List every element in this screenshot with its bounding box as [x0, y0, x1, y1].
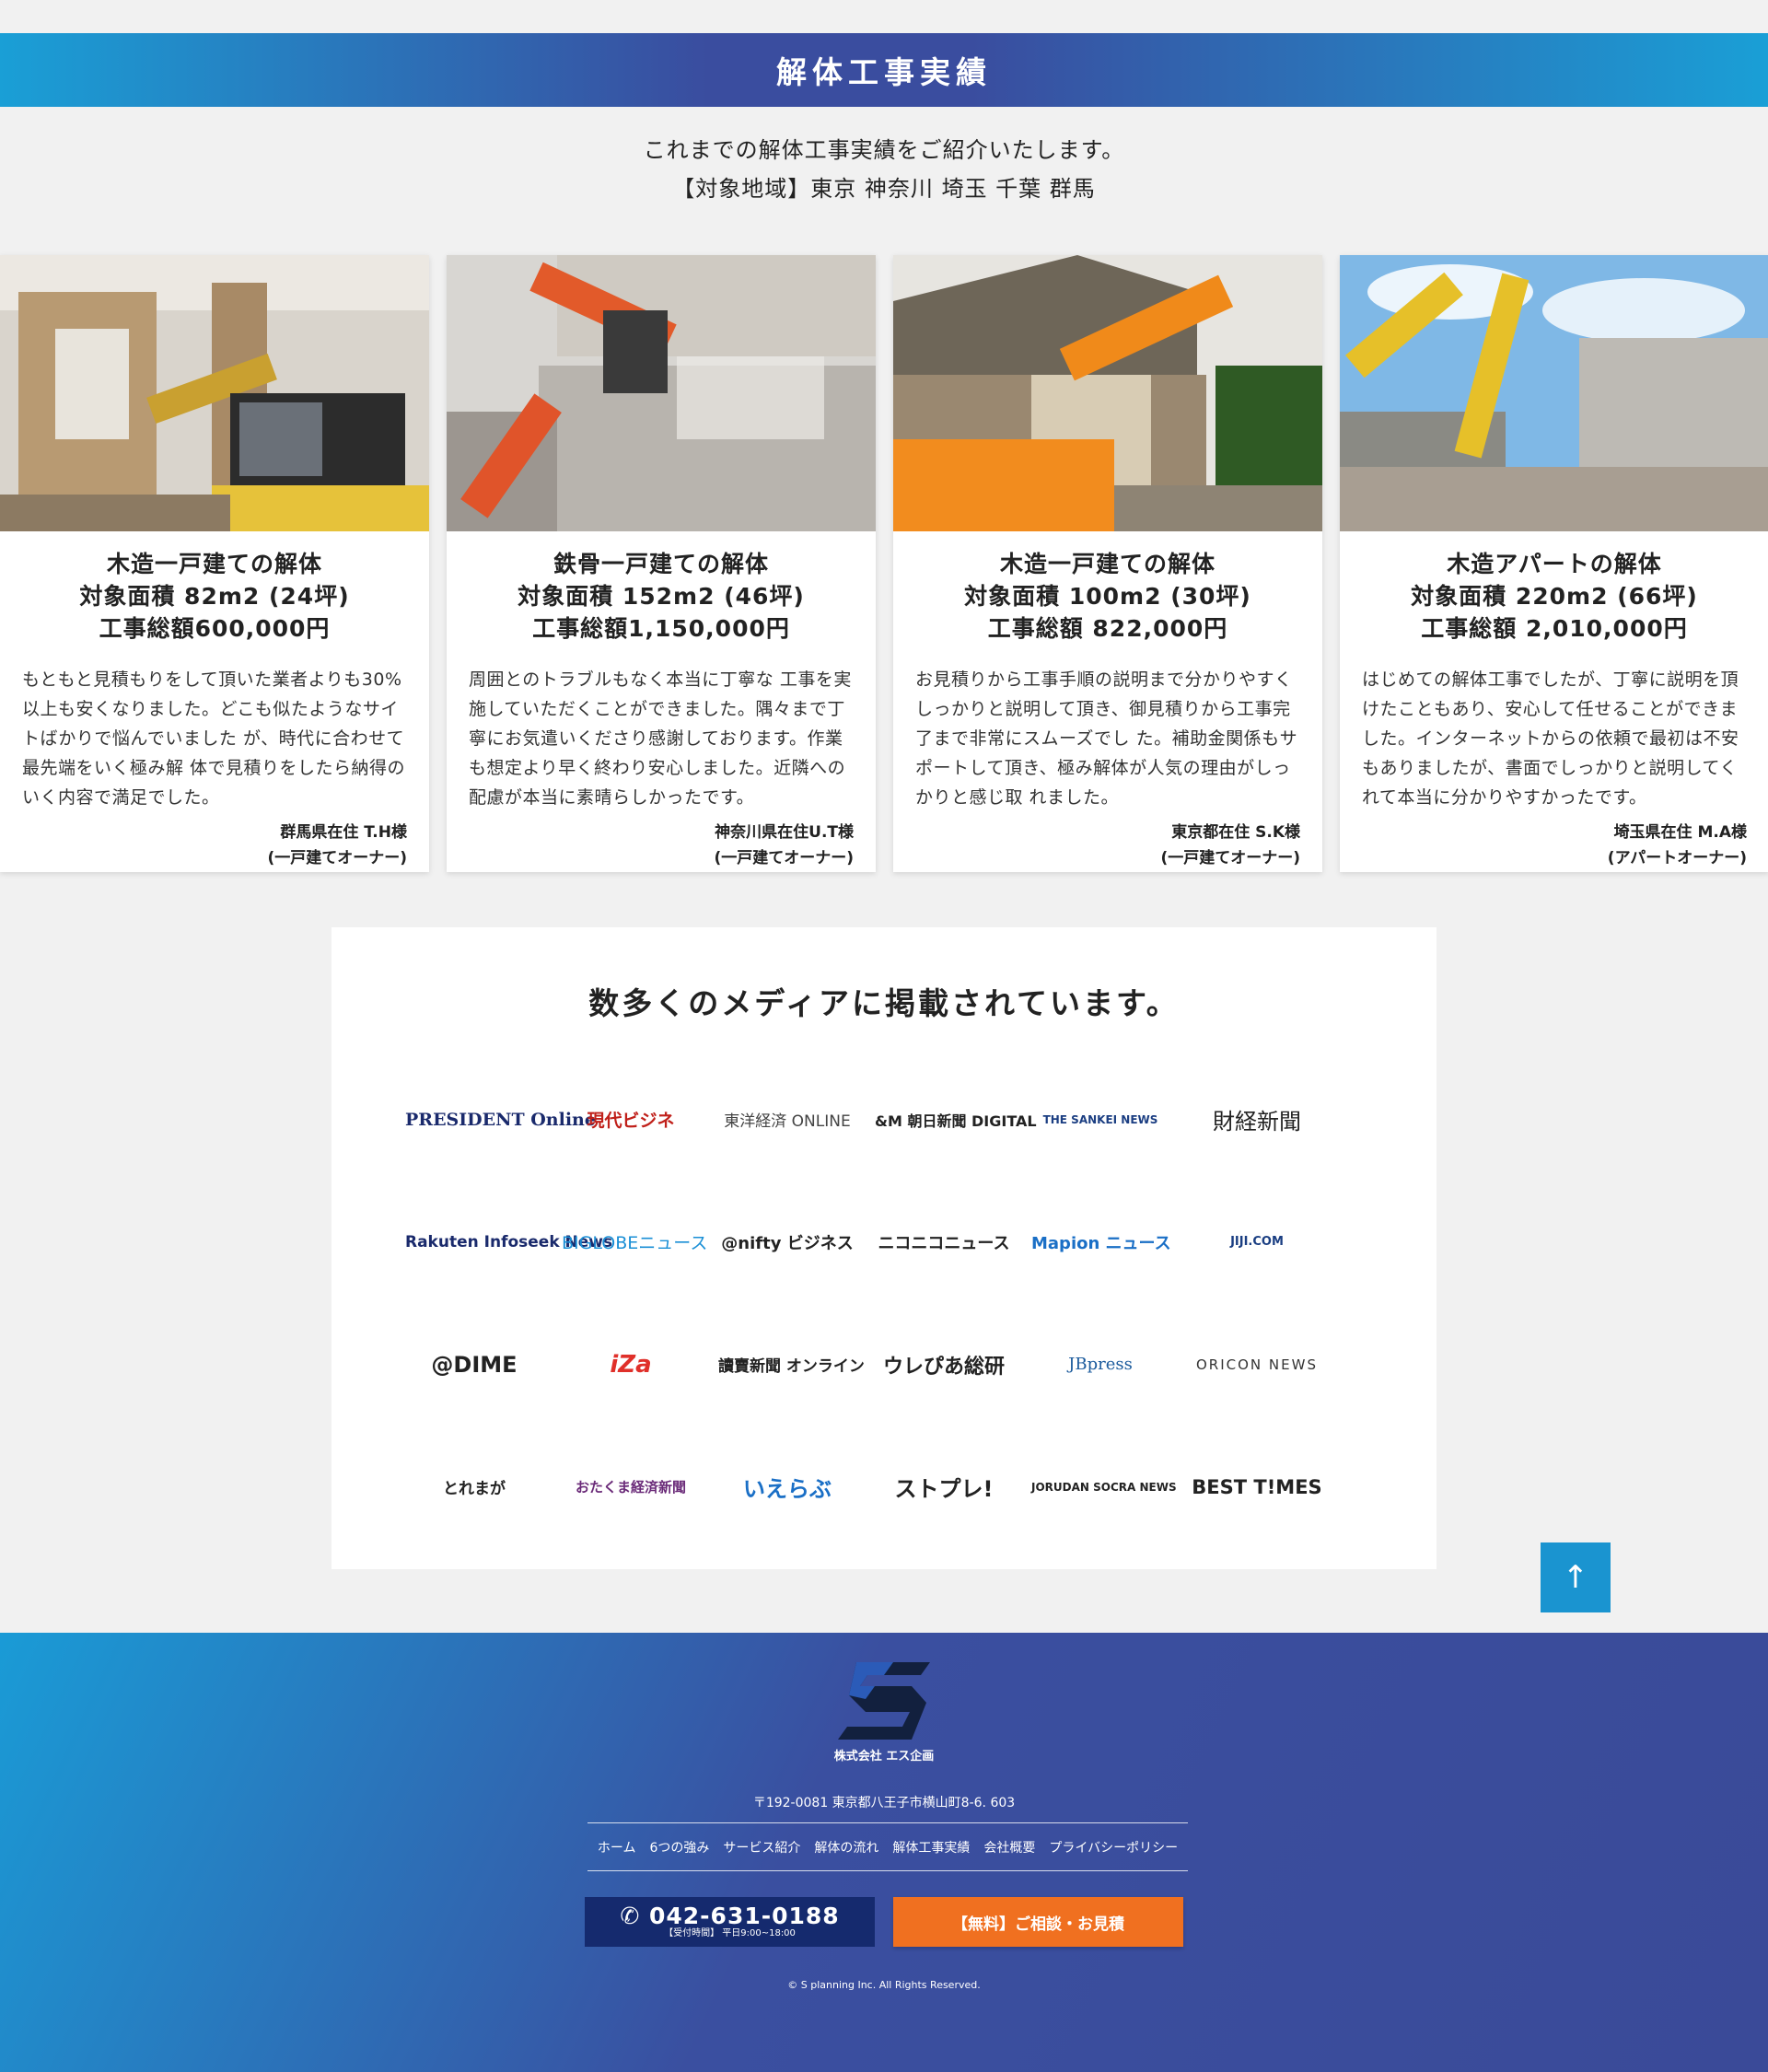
section-title: 解体工事実績: [776, 54, 992, 90]
case-owner: 埼玉県在住 M.A様 (アパートオーナー): [1340, 820, 1768, 871]
owner-type: (一戸建てオーナー): [1160, 849, 1300, 867]
case-type: 木造一戸建ての解体: [999, 551, 1216, 577]
phone-number-text: 042-631-0188: [648, 1903, 840, 1929]
media-logo: BEST T!MES: [1192, 1475, 1322, 1498]
case-card: 木造アパートの解体 対象面積 220m2 (66坪) 工事総額 2,010,00…: [1340, 255, 1768, 872]
consultation-button[interactable]: 【無料】ご相談・お見積: [893, 1897, 1183, 1947]
media-logo: THE SANKEI NEWS: [1042, 1112, 1158, 1126]
case-price: 工事総額 822,000円: [987, 615, 1228, 642]
media-logo: PRESIDENT Online: [405, 1109, 596, 1130]
owner-name: 東京都在住 S.K様: [1171, 823, 1300, 842]
company-address: 〒192-0081 東京都八王子市横山町8-6. 603: [752, 1796, 1016, 1810]
owner-name: 埼玉県在住 M.A様: [1613, 823, 1747, 842]
footer-nav-home[interactable]: ホーム: [598, 1838, 636, 1857]
phone-icon: ✆: [620, 1903, 641, 1929]
case-testimonial: 周囲とのトラブルもなく本当に丁寧な 工事を実施していただくことができました。隅々…: [469, 669, 852, 808]
media-logo: いえらぶ: [743, 1476, 832, 1502]
media-logo: とれまが: [443, 1480, 506, 1498]
case-type: 鉄骨一戸建ての解体: [552, 551, 769, 577]
footer-nav-cases[interactable]: 解体工事実績: [892, 1838, 970, 1857]
owner-name: 群馬県在住 T.H様: [280, 823, 407, 842]
media-logo: ニコニコニュース: [878, 1233, 1010, 1253]
media-logo: 讀賣新聞 オンライン: [718, 1357, 865, 1376]
footer-nav: ホーム 6つの強み サービス紹介 解体の流れ 解体工事実績 会社概要 プライバシ…: [587, 1822, 1188, 1871]
owner-type: (アパートオーナー): [1607, 849, 1747, 867]
intro-line-2: 【対象地域】東京 神奈川 埼玉 千葉 群馬: [672, 176, 1096, 202]
media-section: 数多くのメディアに掲載されています。 PRESIDENT Online 現代ビジ…: [332, 927, 1436, 1569]
logo-row: Rakuten Infoseek News BIGLOBEニュース @nifty…: [405, 1181, 1326, 1303]
case-title: 木造一戸建ての解体 対象面積 100m2 (30坪) 工事総額 822,000円: [893, 548, 1322, 645]
case-owner: 神奈川県在住U.T様 (一戸建てオーナー): [447, 820, 876, 871]
section-intro: これまでの解体工事実績をご紹介いたします。 【対象地域】東京 神奈川 埼玉 千葉…: [0, 131, 1768, 208]
footer-nav-privacy[interactable]: プライバシーポリシー: [1049, 1838, 1178, 1857]
site-footer: 株式会社 エス企画 〒192-0081 東京都八王子市横山町8-6. 603 ホ…: [0, 1633, 1768, 2072]
case-title: 木造アパートの解体 対象面積 220m2 (66坪) 工事総額 2,010,00…: [1340, 548, 1768, 645]
case-photo: [447, 255, 876, 531]
case-owner: 群馬県在住 T.H様 (一戸建てオーナー): [0, 820, 429, 871]
media-logo: ストプレ!: [894, 1476, 994, 1502]
case-card: 鉄骨一戸建ての解体 対象面積 152m2 (46坪) 工事総額1,150,000…: [447, 255, 876, 872]
case-owner: 東京都在住 S.K様 (一戸建てオーナー): [893, 820, 1322, 871]
logo-row: PRESIDENT Online 現代ビジネ 東洋経済 ONLINE &M 朝日…: [405, 1058, 1326, 1181]
media-logo: @DIME: [431, 1351, 518, 1378]
phone-number: ✆ 042-631-0188: [620, 1904, 839, 1928]
case-area: 対象面積 220m2 (66坪): [1411, 583, 1698, 610]
case-area: 対象面積 100m2 (30坪): [964, 583, 1251, 610]
media-logo: おたくま経済新聞: [575, 1479, 686, 1496]
case-photo: [1340, 255, 1768, 531]
case-photo: [0, 255, 429, 531]
owner-name: 神奈川県在住U.T様: [715, 823, 854, 842]
company-name: 株式会社 エス企画: [833, 1750, 935, 1764]
media-logo: @nifty ビジネス: [721, 1233, 854, 1253]
case-price: 工事総額600,000円: [99, 615, 331, 642]
case-price: 工事総額1,150,000円: [532, 615, 790, 642]
media-logo: JBpress: [1068, 1355, 1133, 1374]
case-card: 木造一戸建ての解体 対象面積 100m2 (30坪) 工事総額 822,000円…: [893, 255, 1322, 872]
media-logos: PRESIDENT Online 現代ビジネ 東洋経済 ONLINE &M 朝日…: [405, 1058, 1326, 1548]
case-card: 木造一戸建ての解体 対象面積 82m2 (24坪) 工事総額600,000円 も…: [0, 255, 429, 872]
media-logo: 現代ビジネ: [587, 1111, 675, 1131]
phone-button[interactable]: ✆ 042-631-0188 【受付時間】 平日9:00~18:00: [585, 1897, 875, 1947]
case-title: 鉄骨一戸建ての解体 対象面積 152m2 (46坪) 工事総額1,150,000…: [447, 548, 876, 645]
footer-nav-company[interactable]: 会社概要: [983, 1838, 1035, 1857]
case-type: 木造アパートの解体: [1447, 551, 1662, 577]
intro-line-1: これまでの解体工事実績をご紹介いたします。: [643, 137, 1125, 163]
case-area: 対象面積 82m2 (24坪): [79, 583, 350, 610]
phone-hours: 【受付時間】 平日9:00~18:00: [664, 1928, 796, 1938]
media-logo: BIGLOBEニュース: [562, 1233, 708, 1253]
media-logo: iZa: [610, 1350, 652, 1379]
logo-row: @DIME iZa 讀賣新聞 オンライン ウレぴあ総研 JBpress ORIC…: [405, 1303, 1326, 1426]
media-logo: 東洋経済 ONLINE: [724, 1112, 851, 1131]
media-logo: ウレぴあ総研: [882, 1355, 1005, 1379]
case-photo: [893, 255, 1322, 531]
case-testimonial: はじめての解体工事でしたが、丁寧に説明を頂けたこともあり、安心して任せることがで…: [1362, 669, 1739, 808]
owner-type: (一戸建てオーナー): [267, 849, 407, 867]
media-logo: &M 朝日新聞 DIGITAL: [875, 1112, 1037, 1130]
footer-nav-flow[interactable]: 解体の流れ: [814, 1838, 878, 1857]
case-testimonial: もともと見積もりをして頂いた業者よりも30%以上も安くなりました。どこも似たよう…: [22, 669, 406, 808]
footer-nav-services[interactable]: サービス紹介: [723, 1838, 800, 1857]
copyright: © S planning Inc. All Rights Reserved.: [787, 1979, 981, 1991]
scroll-to-top-button[interactable]: ↑: [1541, 1542, 1611, 1612]
owner-type: (一戸建てオーナー): [714, 849, 854, 867]
case-cards: 木造一戸建ての解体 対象面積 82m2 (24坪) 工事総額600,000円 も…: [0, 255, 1768, 872]
case-testimonial: お見積りから工事手順の説明まで分かりやすくしっかりと説明して頂き、御見積りから工…: [915, 669, 1298, 808]
media-logo: Mapion ニュース: [1031, 1233, 1171, 1253]
media-logo: Rakuten Infoseek News: [405, 1232, 613, 1251]
logo-row: とれまが おたくま経済新聞 いえらぶ ストプレ! JORUDAN SOCRA N…: [405, 1426, 1326, 1548]
media-logo: JORUDAN SOCRA NEWS: [1031, 1480, 1177, 1494]
footer-nav-strengths[interactable]: 6つの強み: [649, 1838, 709, 1857]
case-area: 対象面積 152m2 (46坪): [518, 583, 805, 610]
case-type: 木造一戸建ての解体: [106, 551, 322, 577]
case-title: 木造一戸建ての解体 対象面積 82m2 (24坪) 工事総額600,000円: [0, 548, 429, 645]
company-logo[interactable]: [838, 1662, 930, 1743]
section-header-bar: 解体工事実績: [0, 33, 1768, 107]
media-logo: ORICON NEWS: [1196, 1356, 1318, 1373]
media-logo: JIJI.COM: [1230, 1235, 1284, 1249]
arrow-up-icon: ↑: [1562, 1559, 1589, 1596]
media-logo: 財経新聞: [1213, 1109, 1301, 1135]
case-price: 工事総額 2,010,000円: [1421, 615, 1688, 642]
media-title: 数多くのメディアに掲載されています。: [588, 985, 1180, 1021]
